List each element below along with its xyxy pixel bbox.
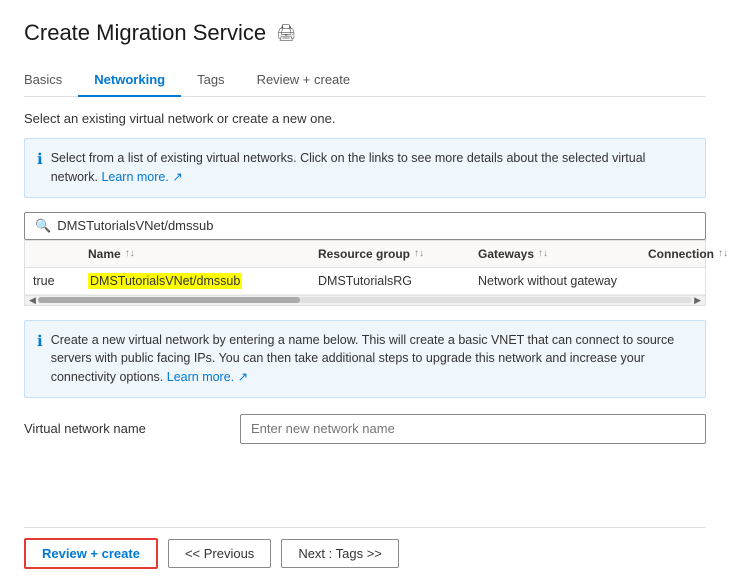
page-title: Create Migration Service [24,20,266,46]
vnet-table: Name ↑↓ Resource group ↑↓ Gateways ↑↓ Co… [24,240,706,306]
network-name-label: Virtual network name [24,421,224,436]
cell-name: DMSTutorialsVNet/dmssub [88,274,318,288]
search-icon: 🔍 [35,218,51,234]
scroll-right-arrow[interactable]: ▶ [692,295,703,306]
tab-basics[interactable]: Basics [24,64,78,97]
print-icon[interactable]: 🖨 [276,23,296,43]
scrollbar-track[interactable] [38,297,692,303]
cell-resource-group: DMSTutorialsRG [318,274,478,288]
scrollbar-thumb[interactable] [38,297,300,303]
search-value: DMSTutorialsVNet/dmssub [57,218,213,233]
network-name-input[interactable] [240,414,706,444]
tab-bar: Basics Networking Tags Review + create [24,64,706,97]
tab-review-create[interactable]: Review + create [241,64,367,97]
learn-more-link-1[interactable]: Learn more. ↗ [101,170,182,184]
header-connection[interactable]: Connection ↑↓ [648,247,730,261]
tab-networking[interactable]: Networking [78,64,181,97]
scroll-left-arrow[interactable]: ◀ [27,295,38,306]
horizontal-scrollbar[interactable]: ◀ ▶ [25,295,705,305]
learn-more-link-2[interactable]: Learn more. ↗ [167,370,248,384]
next-button[interactable]: Next : Tags >> [281,539,399,568]
table-row[interactable]: true DMSTutorialsVNet/dmssub DMSTutorial… [25,268,705,295]
section-subtitle: Select an existing virtual network or cr… [24,111,706,126]
sort-arrows-conn[interactable]: ↑↓ [718,248,728,259]
header-selected [33,247,88,261]
info-icon-2: ℹ [37,332,43,350]
cell-gateways: Network without gateway [478,274,648,288]
sort-arrows-gw[interactable]: ↑↓ [538,248,548,259]
info-box-new-vnet: ℹ Create a new virtual network by enteri… [24,320,706,398]
vnet-search-box[interactable]: 🔍 DMSTutorialsVNet/dmssub [24,212,706,240]
header-resource-group[interactable]: Resource group ↑↓ [318,247,478,261]
footer: Review + create << Previous Next : Tags … [24,527,706,569]
cell-selected: true [33,274,88,288]
info-box-existing-vnet: ℹ Select from a list of existing virtual… [24,138,706,198]
tab-tags[interactable]: Tags [181,64,240,97]
info-icon: ℹ [37,150,43,168]
sort-arrows-rg[interactable]: ↑↓ [414,248,424,259]
header-gateways[interactable]: Gateways ↑↓ [478,247,648,261]
info-text-new-vnet: Create a new virtual network by entering… [51,331,693,387]
table-header-row: Name ↑↓ Resource group ↑↓ Gateways ↑↓ Co… [25,241,705,268]
review-create-button[interactable]: Review + create [24,538,158,569]
previous-button[interactable]: << Previous [168,539,271,568]
header-name[interactable]: Name ↑↓ [88,247,318,261]
info-text-existing-vnet: Select from a list of existing virtual n… [51,149,693,187]
sort-arrows-name[interactable]: ↑↓ [125,248,135,259]
network-name-row: Virtual network name [24,414,706,444]
